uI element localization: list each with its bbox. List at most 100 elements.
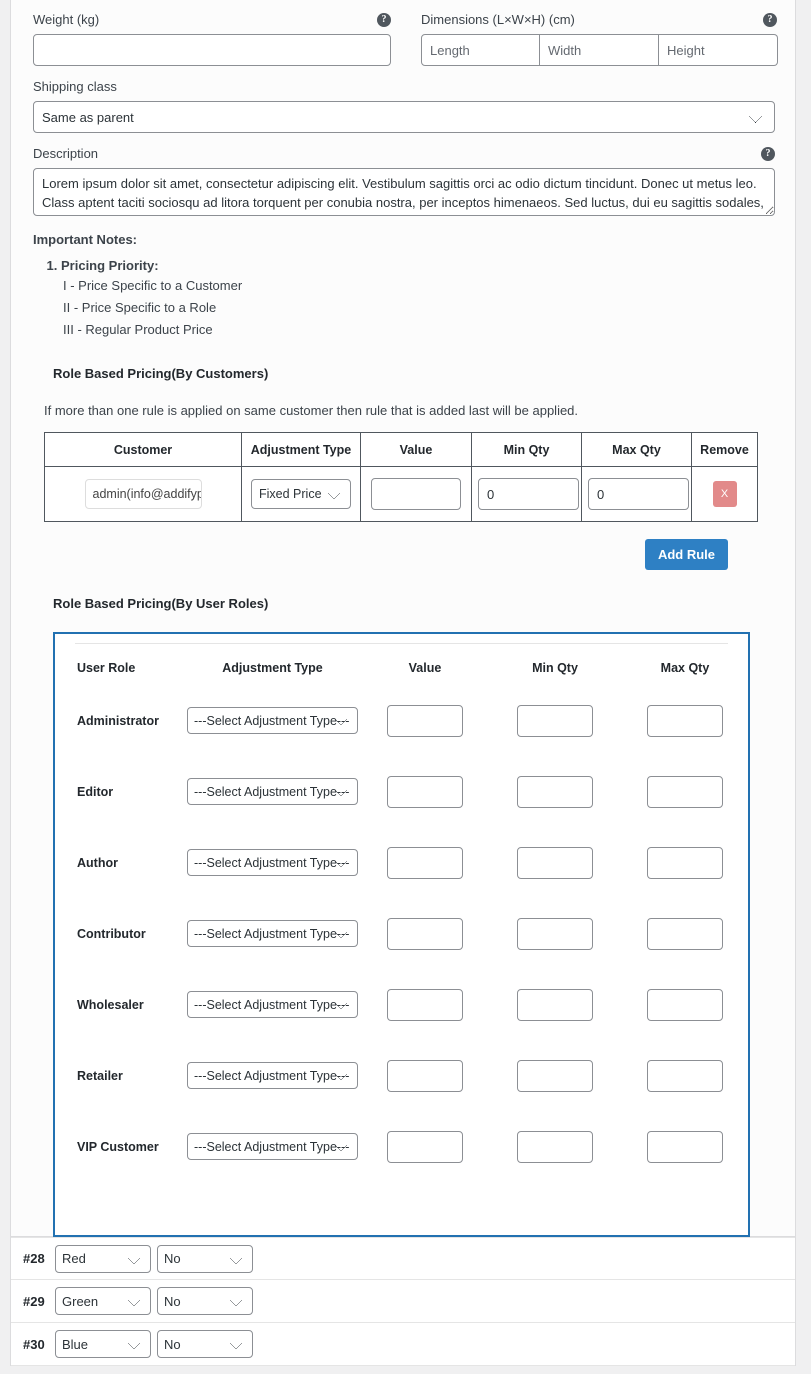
list-item: #30 Blue No (11, 1323, 795, 1366)
variation-enabled-select[interactable]: No (157, 1244, 253, 1273)
cell-value (360, 1040, 490, 1111)
remove-rule-button[interactable]: X (712, 481, 737, 507)
role-min-qty-input[interactable] (517, 846, 593, 879)
role-value-input[interactable] (387, 917, 463, 950)
role-adjustment-type-select[interactable]: ---Select Adjustment Type--- (187, 707, 358, 734)
role-value-input[interactable] (387, 988, 463, 1021)
role-label: Contributor (77, 926, 146, 941)
variation-color-select[interactable]: Green (55, 1287, 151, 1315)
role-adjustment-type-select[interactable]: ---Select Adjustment Type--- (187, 1133, 358, 1160)
role-max-qty-input[interactable] (647, 917, 723, 950)
table-row: Retailer ---Select Adjustment Type--- (75, 1040, 750, 1111)
cell-min-qty (490, 756, 620, 827)
help-circle-icon[interactable]: ? (377, 13, 391, 27)
length-input[interactable] (421, 34, 540, 66)
weight-label: Weight (kg) (33, 12, 100, 27)
note-item: Pricing Priority: I - Price Specific to … (61, 258, 773, 337)
col-remove: Remove (691, 432, 758, 467)
cell-value (360, 827, 490, 898)
variation-color-select[interactable]: Blue (55, 1330, 151, 1358)
role-min-qty-input[interactable] (517, 1059, 593, 1092)
col-max-qty: Max Qty (581, 432, 692, 467)
weight-input[interactable] (33, 34, 391, 66)
description-group: Description ? Lorem ipsum dolor sit amet… (33, 133, 775, 221)
role-value-input[interactable] (387, 704, 463, 737)
note-line: II - Price Specific to a Role (63, 300, 217, 315)
role-min-qty-input[interactable] (517, 775, 593, 808)
variation-color-select[interactable]: Red (55, 1244, 151, 1273)
role-min-qty-input[interactable] (517, 704, 593, 737)
table-row: Wholesaler ---Select Adjustment Type--- (75, 969, 750, 1040)
cell-max-qty (581, 466, 692, 522)
variation-enabled-select[interactable]: No (157, 1330, 253, 1358)
dimensions-field-group: Dimensions (L×W×H) (cm) ? (421, 11, 778, 66)
role-value-input[interactable] (387, 1130, 463, 1163)
cell-min-qty (490, 969, 620, 1040)
col-min-qty: Min Qty (471, 432, 582, 467)
description-textarea[interactable]: Lorem ipsum dolor sit amet, consectetur … (33, 168, 775, 216)
role-max-qty-input[interactable] (647, 988, 723, 1021)
product-data-panel: Weight (kg) ? Dimensions (L×W×H) (cm) ? (10, 0, 796, 1237)
role-max-qty-input[interactable] (647, 846, 723, 879)
role-max-qty-input[interactable] (647, 1059, 723, 1092)
important-notes-title: Important Notes: (33, 232, 137, 247)
cell-min-qty (490, 898, 620, 969)
role-value-input[interactable] (387, 1059, 463, 1092)
cell-customer: admin(info@addifypro.com) (44, 466, 242, 522)
col-value: Value (408, 661, 442, 675)
customer-select[interactable]: admin(info@addifypro.com) (84, 479, 202, 509)
role-pricing-panel: User Role Adjustment Type Value Min Qty … (53, 632, 750, 1237)
add-rule-button[interactable]: Add Rule (644, 539, 728, 570)
customer-pricing-note: If more than one rule is applied on same… (44, 403, 579, 418)
customer-pricing-table: Customer Adjustment Type Value Min Qty M… (44, 432, 758, 522)
cell-value (360, 466, 472, 522)
cell-adjustment-type: Fixed Price (241, 466, 361, 522)
min-qty-input[interactable] (478, 478, 579, 510)
role-adjustment-type-select[interactable]: ---Select Adjustment Type--- (187, 991, 358, 1018)
role-label: VIP Customer (77, 1139, 159, 1154)
role-min-qty-input[interactable] (517, 1130, 593, 1163)
role-max-qty-input[interactable] (647, 1130, 723, 1163)
help-circle-icon[interactable]: ? (763, 13, 777, 27)
table-row: Editor ---Select Adjustment Type--- (75, 756, 750, 827)
variation-rows-list: #28 Red No #29 Green No #30 Blue No (10, 1237, 796, 1366)
cell-max-qty (620, 1040, 750, 1111)
variation-number: #29 (23, 1293, 45, 1309)
cell-max-qty (620, 898, 750, 969)
table-row: Author ---Select Adjustment Type--- (75, 827, 750, 898)
role-adjustment-type-select[interactable]: ---Select Adjustment Type--- (187, 920, 358, 947)
role-value-input[interactable] (387, 775, 463, 808)
important-notes-list: Pricing Priority: I - Price Specific to … (33, 258, 773, 337)
cell-adjustment-type: ---Select Adjustment Type--- (185, 1040, 360, 1111)
shipping-class-label: Shipping class (33, 79, 117, 94)
cell-adjustment-type: ---Select Adjustment Type--- (185, 685, 360, 756)
cell-value (360, 685, 490, 756)
help-circle-icon[interactable]: ? (761, 147, 775, 161)
role-max-qty-input[interactable] (647, 704, 723, 737)
width-input[interactable] (540, 34, 659, 66)
col-user-role: User Role (77, 661, 136, 675)
role-value-input[interactable] (387, 846, 463, 879)
col-max-qty: Max Qty (660, 661, 710, 675)
cell-adjustment-type: ---Select Adjustment Type--- (185, 1111, 360, 1182)
weight-field-group: Weight (kg) ? (33, 11, 391, 66)
shipping-class-group: Shipping class Same as parent (33, 66, 775, 133)
shipping-class-select[interactable]: Same as parent (33, 101, 775, 133)
variation-number: #30 (23, 1336, 45, 1352)
cell-adjustment-type: ---Select Adjustment Type--- (185, 969, 360, 1040)
cell-value (360, 1111, 490, 1182)
role-min-qty-input[interactable] (517, 917, 593, 950)
variation-enabled-select[interactable]: No (157, 1287, 253, 1315)
role-min-qty-input[interactable] (517, 988, 593, 1021)
adjustment-type-select[interactable]: Fixed Price (251, 479, 351, 509)
max-qty-input[interactable] (588, 478, 689, 510)
role-adjustment-type-select[interactable]: ---Select Adjustment Type--- (187, 1062, 358, 1089)
role-adjustment-type-select[interactable]: ---Select Adjustment Type--- (187, 778, 358, 805)
role-adjustment-type-select[interactable]: ---Select Adjustment Type--- (187, 849, 358, 876)
value-input[interactable] (371, 478, 461, 510)
role-max-qty-input[interactable] (647, 775, 723, 808)
col-customer: Customer (44, 432, 242, 467)
role-pricing-heading: Role Based Pricing(By User Roles) (53, 596, 269, 611)
shipping-field-row: Weight (kg) ? Dimensions (L×W×H) (cm) ? (33, 0, 778, 66)
height-input[interactable] (659, 34, 778, 66)
